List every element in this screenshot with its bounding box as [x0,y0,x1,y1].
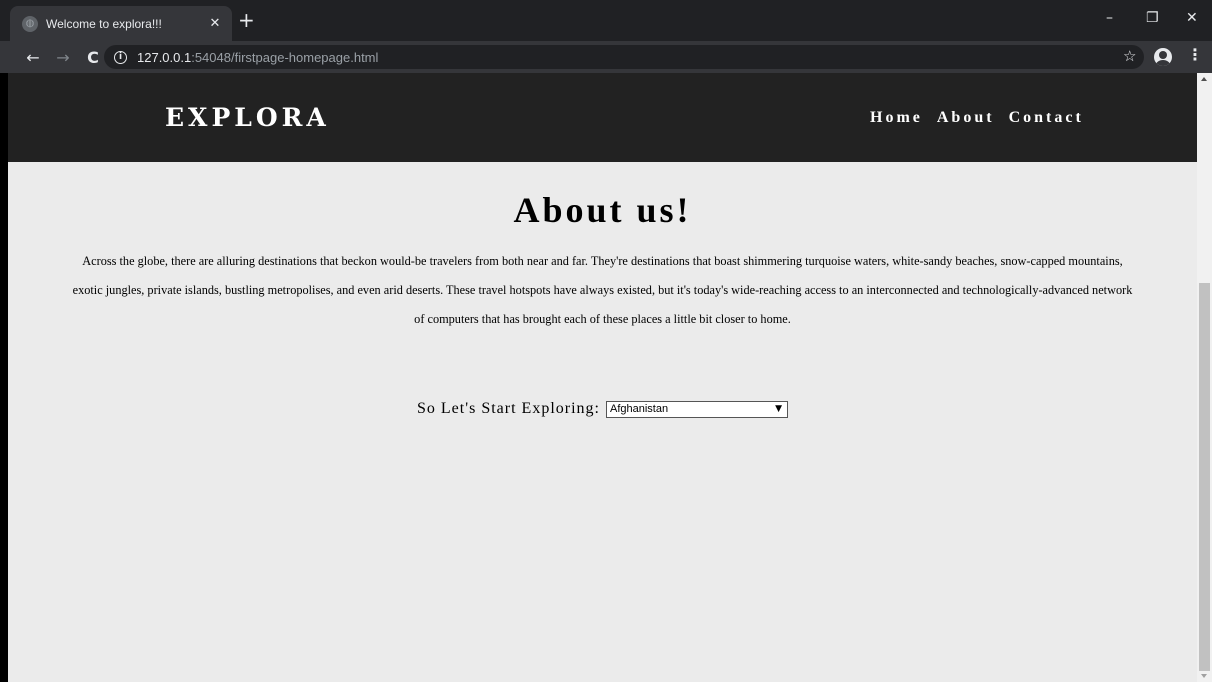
page-scrollbar[interactable] [1197,73,1212,682]
address-bar[interactable]: i 127.0.0.1:54048/firstpage-homepage.htm… [104,45,1144,69]
globe-icon: ◍ [22,15,38,32]
url-path: :54048/firstpage-homepage.html [191,49,379,65]
nav-link-contact[interactable]: Contact [1009,109,1084,127]
site-header: EXPLORA Home About Contact [8,73,1197,162]
scroll-down-arrow-icon[interactable] [1201,674,1207,678]
minimize-icon[interactable]: – [1106,10,1113,26]
scrollbar-thumb[interactable] [1199,283,1210,671]
browser-tab[interactable]: ◍ Welcome to explora!!! ✕ [10,6,232,41]
back-icon[interactable]: ← [20,48,46,67]
page-viewport: EXPLORA Home About Contact About us! Acr… [8,73,1197,682]
nav-link-home[interactable]: Home [870,109,923,127]
url-host: 127.0.0.1 [137,49,192,65]
info-icon[interactable]: i [114,50,127,64]
chevron-down-icon: ▼ [775,404,782,414]
about-paragraph: Across the globe, there are alluring des… [72,254,1133,326]
bookmark-star-icon[interactable]: ☆ [1123,47,1136,65]
nav-link-about[interactable]: About [937,109,995,127]
close-tab-icon[interactable]: ✕ [206,16,224,31]
forward-icon[interactable]: → [50,48,76,67]
close-window-icon[interactable]: ✕ [1186,10,1198,26]
explore-row: So Let's Start Exploring: Afghanistan ▼ [8,400,1197,418]
new-tab-button[interactable]: + [238,10,255,30]
page-title: About us! [513,190,692,230]
url-text: 127.0.0.1:54048/firstpage-homepage.html [137,50,378,65]
profile-avatar-icon[interactable] [1154,48,1172,66]
browser-toolbar: ← → C i 127.0.0.1:54048/firstpage-homepa… [0,41,1212,73]
site-logo[interactable]: EXPLORA [165,103,330,132]
scroll-up-arrow-icon[interactable] [1201,77,1207,81]
browser-tab-bar: ◍ Welcome to explora!!! ✕ + – ❐ ✕ [0,0,1212,41]
restore-icon[interactable]: ❐ [1146,10,1159,26]
explore-label: So Let's Start Exploring: [417,400,600,417]
reload-icon[interactable]: C [80,48,106,67]
menu-kebab-icon[interactable]: ⋮ [1187,45,1203,64]
country-select-value: Afghanistan [609,403,669,415]
country-select[interactable]: Afghanistan ▼ [605,400,788,418]
tab-title: Welcome to explora!!! [46,16,162,31]
site-nav: Home About Contact [870,109,1098,127]
